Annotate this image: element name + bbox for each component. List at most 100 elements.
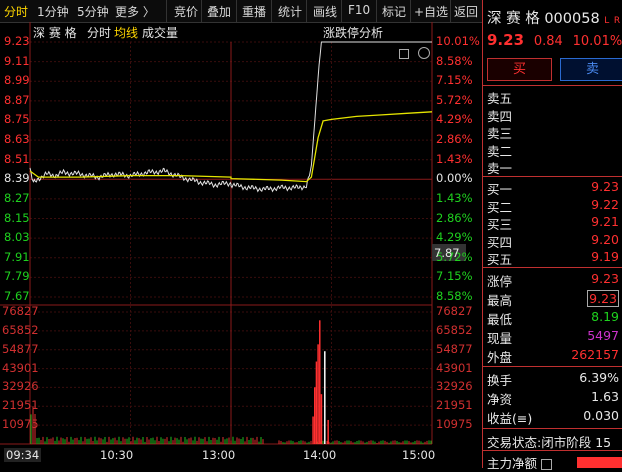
price-tick-label: 8.63 bbox=[4, 132, 30, 147]
bid-price: 9.22 bbox=[591, 196, 619, 212]
price-tick-label: 8.87 bbox=[4, 92, 30, 107]
trade-status: 交易状态:闭市阶段 15 bbox=[487, 432, 611, 451]
price-tick-label: 7.79 bbox=[4, 269, 30, 284]
volume-tick-label: 10975 bbox=[436, 417, 473, 432]
flow-toggle-icon[interactable] bbox=[541, 459, 552, 470]
percent-tick-label: 1.43% bbox=[436, 151, 473, 166]
volume-tick-label: 76827 bbox=[436, 304, 473, 318]
bid-price: 9.21 bbox=[591, 214, 619, 229]
stat-label: 最高 bbox=[487, 293, 513, 308]
volume-tick-label: 65852 bbox=[2, 322, 39, 337]
stat-row: 换手 6.39% bbox=[487, 370, 619, 389]
volume-tick-label: 43901 bbox=[436, 360, 473, 375]
divider bbox=[483, 267, 622, 268]
stat-value: 1.63 bbox=[591, 389, 619, 404]
stat-label: 现量 bbox=[487, 331, 513, 346]
stat-label: 净资 bbox=[487, 392, 513, 407]
r-tag: R bbox=[613, 16, 621, 26]
price-tick-label: 7.67 bbox=[4, 289, 30, 303]
ask-row: 卖一 bbox=[487, 161, 513, 176]
volume-tick-label: 54877 bbox=[436, 341, 473, 356]
quote-line: 9.23 0.84 10.01% bbox=[487, 31, 622, 49]
percent-tick-label: 4.29% bbox=[436, 230, 473, 245]
stat-label: 收益(≡) bbox=[487, 411, 533, 426]
stat-label: 换手 bbox=[487, 373, 513, 388]
chart-grid bbox=[0, 22, 433, 445]
bid-label: 买二 bbox=[487, 199, 513, 215]
price-tick-label: 8.39 bbox=[4, 171, 30, 186]
price-tick-label: 9.11 bbox=[4, 53, 30, 68]
volume-tick-label: 43901 bbox=[2, 360, 39, 375]
stat-label: 涨停 bbox=[487, 274, 513, 289]
cursor-price-label: 7.87 bbox=[434, 246, 460, 260]
bid-price: 9.23 bbox=[591, 179, 619, 194]
main-flow: 主力净额 bbox=[487, 453, 552, 472]
price-tick-label: 8.27 bbox=[4, 190, 30, 205]
volume-tick-label: 21951 bbox=[2, 398, 39, 413]
price-tick-label: 8.51 bbox=[4, 151, 30, 166]
ask-row: 卖五 bbox=[487, 91, 513, 106]
time-label: 14:00 bbox=[303, 448, 337, 462]
percent-tick-label: 1.43% bbox=[436, 190, 473, 205]
percent-tick-label: 4.29% bbox=[436, 112, 473, 127]
main-flow-bar bbox=[577, 457, 622, 468]
sell-button[interactable]: 卖 bbox=[560, 58, 622, 81]
bid-row: 买二 9.22 bbox=[487, 197, 619, 216]
stat-value: 0.030 bbox=[583, 408, 619, 423]
percent-tick-label: 2.86% bbox=[436, 210, 473, 225]
stat-row: 外盘 262157 bbox=[487, 347, 619, 366]
bid-label: 买四 bbox=[487, 234, 513, 250]
price-tick-label: 8.75 bbox=[4, 112, 30, 127]
stat-value: 9.23 bbox=[591, 271, 619, 286]
intraday-chart[interactable] bbox=[0, 0, 482, 468]
stat-row: 现量 5497 bbox=[487, 328, 619, 347]
buy-button[interactable]: 买 bbox=[487, 58, 552, 81]
volume-tick-label: 76827 bbox=[2, 304, 39, 318]
volume-tick-label: 54877 bbox=[2, 341, 39, 356]
price-tick-label: 7.91 bbox=[4, 249, 30, 264]
last-price: 9.23 bbox=[487, 31, 525, 49]
bid-row: 买三 9.21 bbox=[487, 214, 619, 233]
ask-row: 卖三 bbox=[487, 126, 513, 141]
stat-row: 收益(≡) 0.030 bbox=[487, 408, 619, 427]
price-change: 0.84 bbox=[533, 34, 563, 49]
stat-row: 涨停 9.23 bbox=[487, 271, 619, 290]
stat-value: 5497 bbox=[587, 328, 619, 343]
l-tag: L bbox=[604, 16, 610, 26]
price-tick-label: 9.23 bbox=[4, 34, 30, 48]
bid-price: 9.19 bbox=[591, 249, 619, 264]
percent-tick-label: 0.00% bbox=[436, 171, 473, 186]
time-label: 15:00 bbox=[402, 448, 436, 462]
volume-tick-label: 32926 bbox=[2, 379, 39, 394]
volume-tick-label: 65852 bbox=[436, 322, 473, 337]
stock-title: 深 赛 格 000058 L R bbox=[487, 7, 620, 28]
stock-code: 000058 bbox=[544, 11, 600, 27]
stock-name: 赛 格 bbox=[506, 11, 540, 27]
price-tick-label: 8.03 bbox=[4, 230, 30, 245]
price-tick-label: 8.15 bbox=[4, 210, 30, 225]
percent-tick-label: 8.58% bbox=[436, 289, 473, 303]
bid-label: 买一 bbox=[487, 182, 513, 197]
time-label: 10:30 bbox=[100, 448, 134, 462]
percent-tick-label: 10.01% bbox=[436, 34, 480, 48]
trade-status-value: 闭市阶段 15 bbox=[541, 435, 612, 450]
divider bbox=[483, 85, 622, 86]
price-tick-label: 8.99 bbox=[4, 73, 30, 88]
bid-label: 买三 bbox=[487, 217, 513, 232]
divider bbox=[483, 428, 622, 429]
percent-tick-label: 7.15% bbox=[436, 269, 473, 284]
market-label: 深 bbox=[487, 11, 502, 27]
stat-row: 最低 8.19 bbox=[487, 309, 619, 328]
percent-tick-label: 2.86% bbox=[436, 132, 473, 147]
stat-value: 8.19 bbox=[591, 309, 619, 324]
volume-tick-label: 21951 bbox=[436, 398, 473, 413]
bid-row: 买四 9.20 bbox=[487, 232, 619, 251]
stat-row: 最高 9.23 bbox=[487, 290, 619, 309]
ask-row: 卖二 bbox=[487, 143, 513, 159]
main-flow-label: 主力净额 bbox=[487, 456, 538, 471]
stat-value: 9.23 bbox=[587, 290, 619, 307]
percent-tick-label: 5.72% bbox=[436, 92, 473, 107]
trade-status-label: 交易状态: bbox=[487, 435, 542, 450]
stat-value: 6.39% bbox=[579, 370, 619, 385]
price-change-pct: 10.01% bbox=[572, 34, 622, 49]
